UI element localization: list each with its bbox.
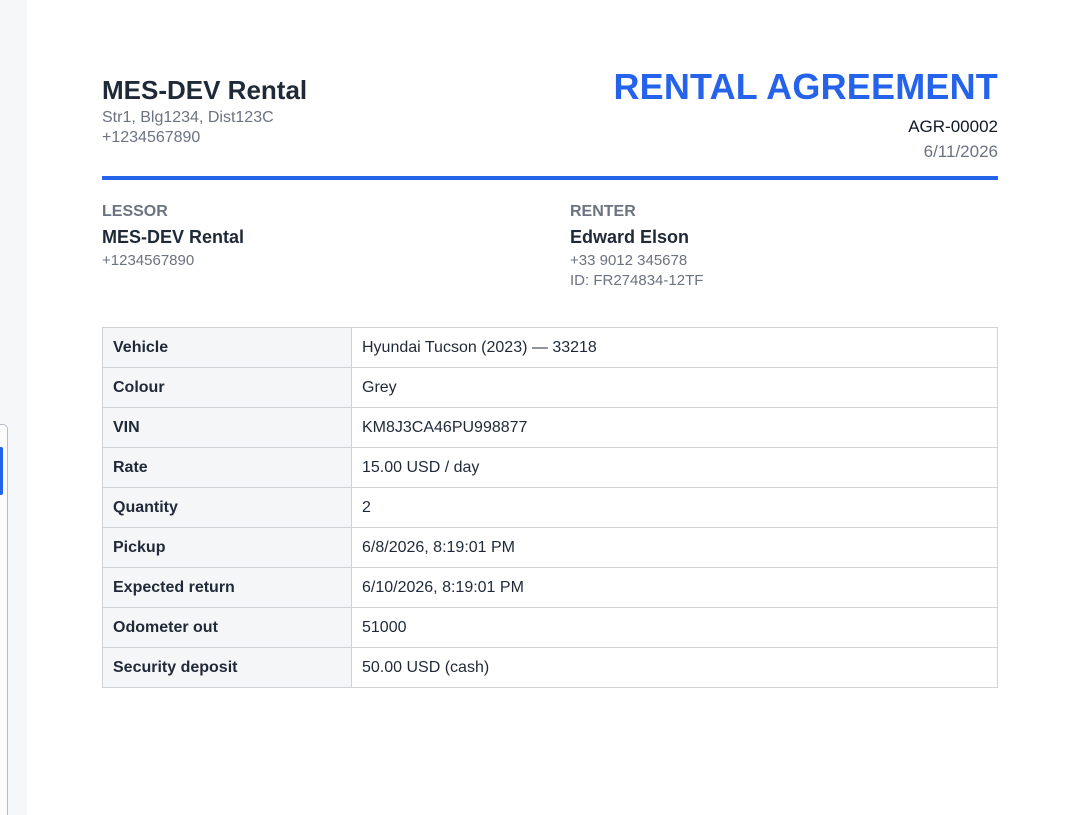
lessor-name: MES-DEV Rental <box>102 227 245 247</box>
vin-value: KM8J3CA46PU998877 <box>351 407 998 448</box>
renter-id: ID: FR274834-12TF <box>570 272 704 289</box>
odometer-out-label: Odometer out <box>102 607 352 648</box>
company-phone: +1234567890 <box>102 129 201 146</box>
lessor-section: LESSOR MES-DEV Rental +1234567890 <box>102 202 244 270</box>
security-deposit-value: 50.00 USD (cash) <box>351 647 998 688</box>
agreement-number: AGR-00002 <box>908 117 998 136</box>
rate-label: Rate <box>102 447 352 488</box>
header-divider <box>102 176 998 180</box>
colour-value: Grey <box>351 367 998 408</box>
table-row: Expected return 6/10/2026, 8:19:01 PM <box>102 567 998 608</box>
lessor-label: LESSOR <box>102 203 168 220</box>
pickup-label: Pickup <box>102 527 352 568</box>
rental-agreement-page: MES-DEV Rental Str1, Blg1234, Dist123C +… <box>102 68 998 688</box>
quantity-value: 2 <box>351 487 998 528</box>
renter-label: RENTER <box>570 203 636 220</box>
rate-value: 15.00 USD / day <box>351 447 998 488</box>
table-row: VIN KM8J3CA46PU998877 <box>102 407 998 448</box>
quantity-label: Quantity <box>102 487 352 528</box>
renter-phone: +33 9012 345678 <box>570 252 688 269</box>
renter-section: RENTER Edward Elson +33 9012 345678 ID: … <box>570 202 703 290</box>
vehicle-value: Hyundai Tucson (2023) — 33218 <box>351 327 998 368</box>
document-title: RENTAL AGREEMENT <box>613 66 998 107</box>
agreement-date: 6/11/2026 <box>923 142 998 161</box>
odometer-out-value: 51000 <box>351 607 998 648</box>
vin-label: VIN <box>102 407 352 448</box>
parties-section: LESSOR MES-DEV Rental +1234567890 RENTER… <box>102 202 998 297</box>
table-row: Pickup 6/8/2026, 8:19:01 PM <box>102 527 998 568</box>
expected-return-label: Expected return <box>102 567 352 608</box>
side-panel-scroll-indicator[interactable] <box>0 447 3 495</box>
rental-details-table: Vehicle Hyundai Tucson (2023) — 33218 Co… <box>102 327 998 688</box>
table-row: Rate 15.00 USD / day <box>102 447 998 488</box>
lessor-phone: +1234567890 <box>102 252 195 269</box>
table-row: Quantity 2 <box>102 487 998 528</box>
table-row: Colour Grey <box>102 367 998 408</box>
security-deposit-label: Security deposit <box>102 647 352 688</box>
table-row: Security deposit 50.00 USD (cash) <box>102 647 998 688</box>
expected-return-value: 6/10/2026, 8:19:01 PM <box>351 567 998 608</box>
colour-label: Colour <box>102 367 352 408</box>
company-address: Str1, Blg1234, Dist123C <box>102 109 274 126</box>
table-row: Odometer out 51000 <box>102 607 998 648</box>
company-name: MES-DEV Rental <box>102 75 308 105</box>
pickup-value: 6/8/2026, 8:19:01 PM <box>351 527 998 568</box>
document-header: MES-DEV Rental Str1, Blg1234, Dist123C +… <box>102 68 998 181</box>
renter-name: Edward Elson <box>570 227 690 247</box>
vehicle-label: Vehicle <box>102 327 352 368</box>
table-row: Vehicle Hyundai Tucson (2023) — 33218 <box>102 327 998 368</box>
